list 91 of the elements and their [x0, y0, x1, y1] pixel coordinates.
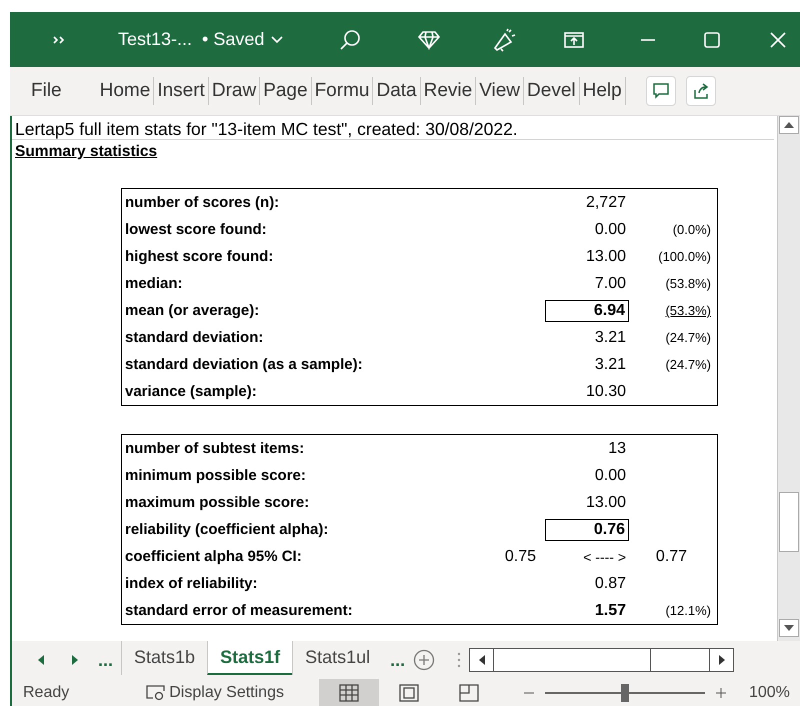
percent-value: (53.8%): [665, 276, 711, 291]
stat-label: variance (sample):: [124, 383, 258, 400]
ribbon-tab[interactable]: View: [476, 77, 524, 105]
zoom-level[interactable]: 100%: [748, 684, 790, 702]
stat-value: 2,727: [584, 192, 627, 212]
percent-value: (24.7%): [665, 330, 711, 345]
expand-chevron-icon[interactable]: [52, 34, 66, 44]
status-text: Ready: [23, 684, 70, 702]
stat-label: reliability (coefficient alpha):: [124, 521, 330, 538]
triangle-left-icon[interactable]: [38, 655, 44, 665]
ribbon-tab[interactable]: Page: [260, 77, 312, 105]
ribbon-tab[interactable]: Home: [96, 77, 154, 105]
stat-value: 7.00: [594, 274, 627, 294]
horizontal-scrollbar[interactable]: [469, 648, 734, 672]
stat-label: highest score found:: [124, 248, 274, 265]
chevron-down-icon[interactable]: [270, 34, 284, 44]
slider-thumb[interactable]: [620, 684, 629, 702]
stat-value: 10.30: [584, 382, 627, 402]
maximize-icon[interactable]: [703, 30, 722, 48]
stat-value: 3.21: [594, 354, 627, 374]
stat-label: mean (or average):: [124, 302, 260, 319]
stat-label: standard deviation (as a sample):: [124, 356, 364, 373]
share-icon: [692, 82, 710, 100]
close-icon[interactable]: [769, 30, 788, 48]
sheet-tab[interactable]: Stats1ul: [292, 641, 382, 675]
search-icon[interactable]: [339, 28, 362, 50]
triangle-down-icon: [784, 625, 794, 631]
zoom-in-icon[interactable]: [714, 687, 727, 699]
megaphone-icon[interactable]: [491, 28, 518, 52]
diamond-icon[interactable]: [417, 30, 442, 50]
sheet-tab[interactable]: Stats1f: [207, 641, 292, 675]
triangle-right-icon: [718, 655, 725, 665]
triangle-up-icon: [784, 122, 794, 128]
stat-value: 0.00: [594, 220, 627, 240]
save-status[interactable]: • Saved: [202, 29, 264, 50]
normal-view-button[interactable]: [318, 679, 379, 706]
add-sheet-icon[interactable]: [413, 649, 436, 671]
document-title[interactable]: Test13-...: [118, 29, 192, 50]
scroll-down-button[interactable]: [779, 619, 799, 637]
ribbon-tab[interactable]: Revie: [420, 77, 476, 105]
normal-view-icon: [338, 683, 360, 703]
comment-icon: [652, 82, 670, 100]
more-tabs-button[interactable]: ...: [98, 650, 114, 670]
stat-label: median:: [124, 275, 184, 292]
ribbon-tab[interactable]: Draw: [208, 77, 260, 105]
percent-value: (0.0%): [672, 222, 711, 237]
cell-text: Lertap5 full item stats for "13-item MC test", created: 30/08/2022.: [12, 116, 774, 140]
display-settings-button[interactable]: Display Settings: [145, 684, 284, 702]
stat-label: lowest score found:: [124, 221, 268, 238]
section-heading: Summary statistics: [14, 143, 158, 161]
stat-value: 13.00: [584, 246, 627, 266]
stat-value: 13: [607, 438, 627, 458]
share-button[interactable]: [686, 76, 716, 106]
highlighted-value: 0.76: [545, 518, 629, 540]
stat-label: number of scores (n):: [124, 194, 280, 211]
stat-value: 1.57: [594, 600, 627, 620]
stat-label: standard error of measurement:: [124, 602, 354, 619]
ribbon-tab[interactable]: Help: [580, 77, 626, 105]
stat-label: maximum possible score:: [124, 494, 310, 511]
drag-handle-icon[interactable]: [457, 652, 462, 668]
triangle-right-icon[interactable]: [72, 655, 78, 665]
scrollbar-thumb[interactable]: [779, 492, 799, 552]
highlighted-value: 6.94: [545, 300, 629, 322]
more-tabs-button[interactable]: ...: [390, 650, 406, 670]
page-layout-view-icon: [398, 683, 420, 703]
ribbon-tab[interactable]: Devel: [524, 77, 580, 105]
stat-value: 0.87: [594, 574, 627, 594]
ribbon-tab[interactable]: Insert: [154, 77, 209, 105]
scroll-up-button[interactable]: [779, 116, 799, 134]
page-break-view-icon: [458, 683, 480, 703]
percent-value: (24.7%): [665, 357, 711, 372]
percent-value: (12.1%): [665, 603, 711, 618]
stat-value: 13.00: [584, 492, 627, 512]
stat-label: coefficient alpha 95% CI:: [124, 548, 303, 565]
ci-lower-value: 0.75: [504, 548, 536, 566]
stat-label: index of reliability:: [124, 575, 259, 592]
percent-value: (53.3%): [665, 303, 711, 318]
stat-value: 3.21: [594, 328, 627, 348]
stat-label: number of subtest items:: [124, 440, 306, 457]
percent-value: (100.0%): [658, 249, 711, 264]
comment-button[interactable]: [646, 76, 676, 106]
ribbon-tab[interactable]: File: [28, 77, 65, 105]
ribbon-tab[interactable]: Data: [373, 77, 421, 105]
ci-upper-value: 0.77: [654, 548, 688, 566]
triangle-left-icon: [478, 655, 485, 665]
stat-label: standard deviation:: [124, 329, 264, 346]
stat-value: 0.00: [594, 466, 627, 486]
interval-arrow: < ---- >: [582, 548, 627, 566]
present-icon[interactable]: [563, 30, 586, 48]
ribbon-tab[interactable]: Formu: [312, 77, 374, 105]
stat-label: minimum possible score:: [124, 467, 307, 484]
